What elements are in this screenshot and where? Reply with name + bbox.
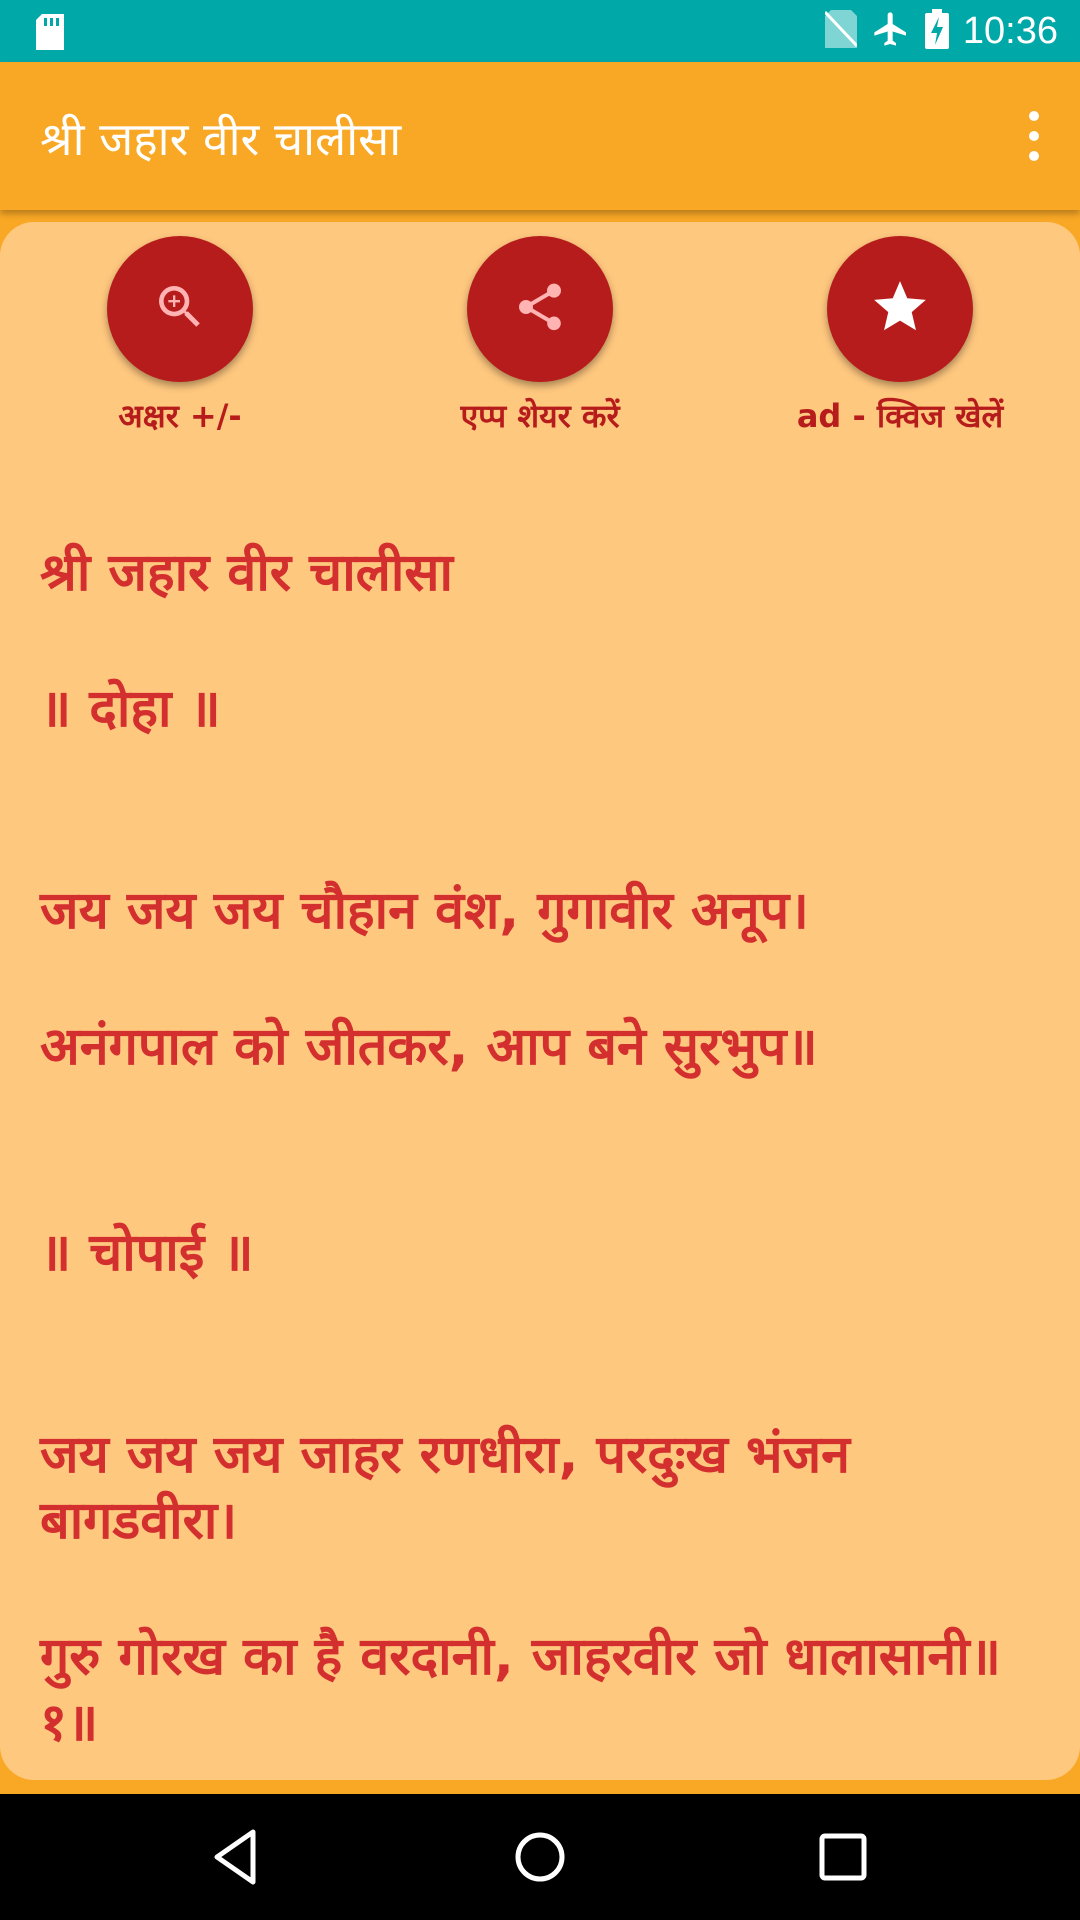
status-time: 10:36 xyxy=(962,9,1058,52)
font-size-label: अक्षर +/- xyxy=(118,397,242,435)
doha-heading: ॥ दोहा ॥ xyxy=(40,679,221,739)
app-title: श्री जहार वीर चालीसा xyxy=(40,112,402,166)
airplane-mode-icon xyxy=(871,9,911,53)
chopai-line-2: गुरु गोरख का है वरदानी, जाहरवीर जो धालास… xyxy=(40,1627,1001,1753)
chalisa-title: श्री जहार वीर चालीसा xyxy=(40,543,454,603)
app-bar: श्री जहार वीर चालीसा xyxy=(0,62,1080,210)
star-icon xyxy=(869,276,931,342)
quiz-ad-label: ad - क्विज खेलें xyxy=(796,397,1004,435)
home-circle-icon xyxy=(507,1832,573,1894)
chopai-line-1: जय जय जय जाहर रणधीरा, परदुःख भंजन बागडवी… xyxy=(40,1425,851,1551)
doha-line-2: अनंगपाल को जीतकर, आप बने सुरभुप॥ xyxy=(40,1017,818,1077)
chalisa-text: श्री जहार वीर चालीसा ॥ दोहा ॥ जय जय जय च… xyxy=(40,540,1040,1756)
font-size-button-circle[interactable] xyxy=(107,236,253,382)
recents-square-icon xyxy=(810,1833,876,1894)
nav-home-button[interactable] xyxy=(507,1824,573,1890)
nav-recents-button[interactable] xyxy=(810,1824,876,1890)
quiz-ad-button[interactable]: ad - क्विज खेलें xyxy=(750,236,1050,436)
sd-card-icon xyxy=(34,14,66,54)
navigation-bar xyxy=(0,1794,1080,1920)
chopai-heading: ॥ चोपाई ॥ xyxy=(40,1223,254,1283)
content-card: अक्षर +/- एप्प शेयर करें ad - क्विज खेले… xyxy=(0,222,1080,1780)
share-app-button-circle[interactable] xyxy=(467,236,613,382)
overflow-menu-button[interactable] xyxy=(1012,108,1056,164)
status-bar: 10:36 xyxy=(0,0,1080,62)
zoom-in-icon xyxy=(152,279,208,339)
nav-back-button[interactable] xyxy=(205,1824,271,1890)
more-vert-icon xyxy=(1012,111,1056,168)
share-app-button[interactable]: एप्प शेयर करें xyxy=(390,236,690,436)
no-sim-icon xyxy=(823,10,858,52)
doha-line-1: जय जय जय चौहान वंश, गुगावीर अनूप। xyxy=(40,881,809,941)
battery-charging-icon xyxy=(924,9,949,53)
back-triangle-icon xyxy=(205,1829,271,1894)
font-size-button[interactable]: अक्षर +/- xyxy=(30,236,330,436)
quiz-ad-button-circle[interactable] xyxy=(827,236,973,382)
action-row: अक्षर +/- एप्प शेयर करें ad - क्विज खेले… xyxy=(0,236,1080,436)
share-app-label: एप्प शेयर करें xyxy=(460,397,620,435)
share-icon xyxy=(512,279,568,339)
